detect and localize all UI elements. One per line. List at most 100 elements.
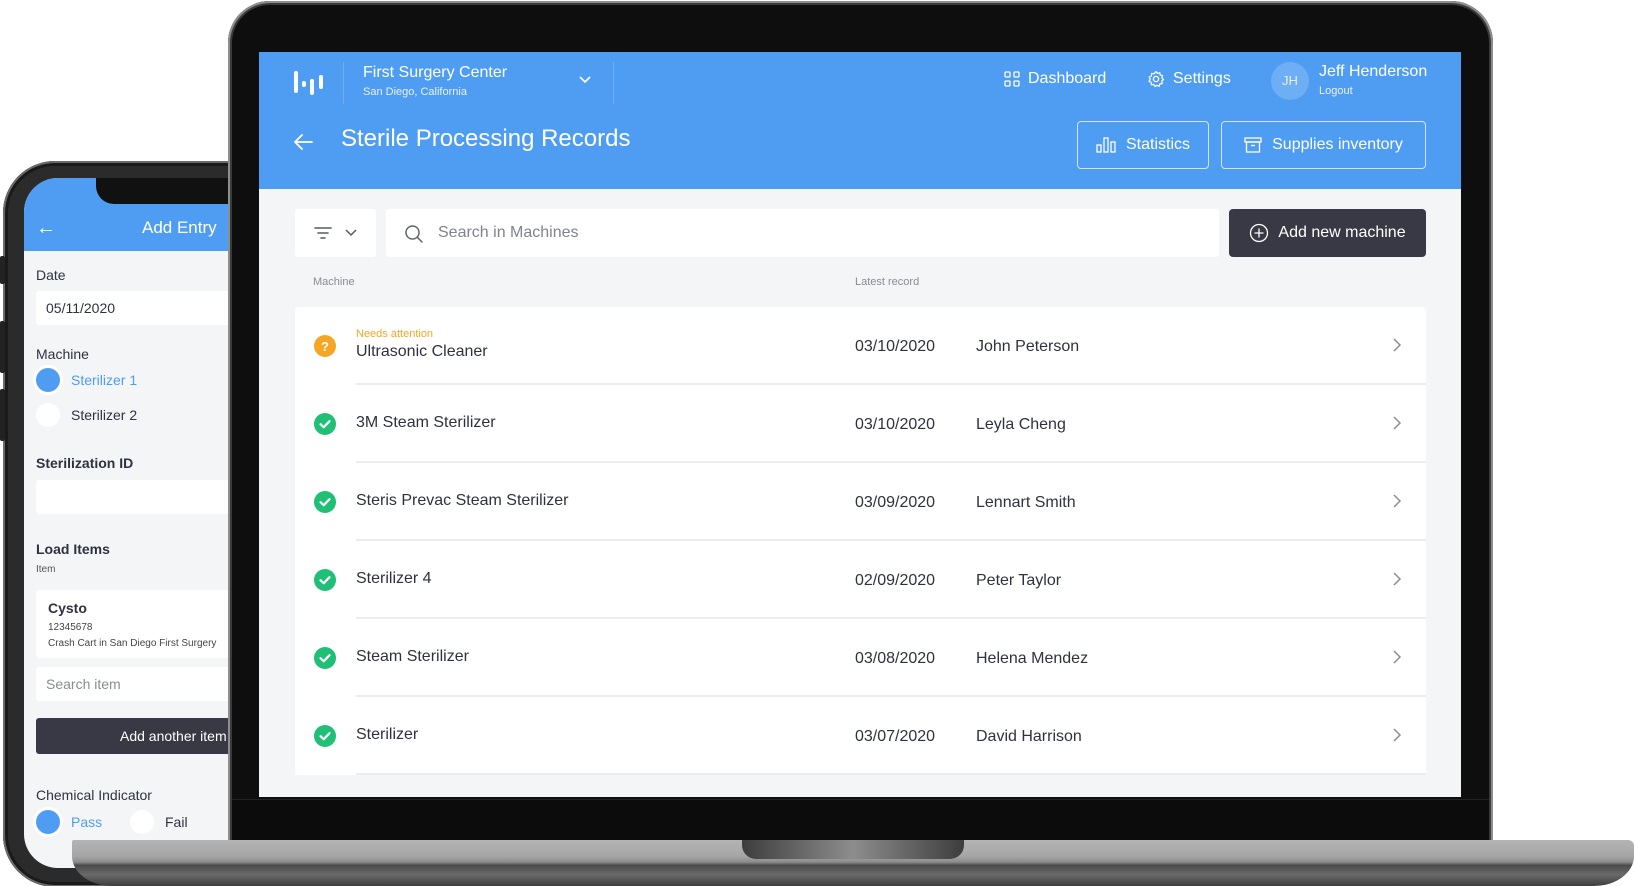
chemical-radio-pass[interactable]: Pass bbox=[36, 810, 102, 834]
search-container bbox=[386, 209, 1219, 257]
chemical-radio-fail[interactable]: Fail bbox=[130, 810, 188, 834]
bar-chart-icon bbox=[1096, 137, 1116, 153]
logout-link[interactable]: Logout bbox=[1319, 85, 1353, 97]
nav-settings-label: Settings bbox=[1173, 70, 1231, 87]
machine-name: Steris Prevac Steam Sterilizer bbox=[356, 492, 569, 509]
chevron-right-icon[interactable] bbox=[1392, 493, 1402, 509]
page-title: Sterile Processing Records bbox=[341, 125, 631, 152]
machine-row[interactable]: Steris Prevac Steam Sterilizer 03/09/202… bbox=[295, 463, 1426, 541]
filter-icon bbox=[313, 227, 332, 239]
date-label: Date bbox=[36, 267, 66, 283]
latest-record-person: Leyla Cheng bbox=[976, 416, 1066, 433]
chevron-right-icon[interactable] bbox=[1392, 415, 1402, 431]
check-circle-icon bbox=[314, 491, 336, 513]
statistics-button[interactable]: Statistics bbox=[1077, 121, 1209, 169]
user-avatar[interactable]: JH bbox=[1271, 62, 1309, 100]
phone-volume-down-button bbox=[0, 389, 5, 441]
nav-settings[interactable]: Settings bbox=[1147, 70, 1231, 88]
supplies-inventory-button[interactable]: Supplies inventory bbox=[1221, 121, 1426, 169]
header-divider bbox=[613, 62, 614, 104]
org-name: First Surgery Center bbox=[363, 64, 508, 81]
machine-name: Sterilizer 4 bbox=[356, 570, 432, 587]
chevron-right-icon[interactable] bbox=[1392, 727, 1402, 743]
latest-record-date: 03/10/2020 bbox=[855, 338, 936, 355]
machine-row[interactable]: 3M Steam Sterilizer 03/10/2020 Leyla Che… bbox=[295, 385, 1426, 463]
item-code: 12345678 bbox=[48, 622, 93, 633]
machine-label: Machine bbox=[36, 346, 89, 362]
check-circle-icon bbox=[314, 569, 336, 591]
machine-name: Sterilizer bbox=[356, 726, 419, 743]
machine-name: 3M Steam Sterilizer bbox=[356, 414, 496, 431]
search-input[interactable] bbox=[438, 209, 1198, 257]
nav-dashboard[interactable]: Dashboard bbox=[1004, 70, 1106, 88]
supplies-inventory-label: Supplies inventory bbox=[1272, 136, 1403, 153]
item-sublabel: Item bbox=[36, 564, 56, 575]
latest-record-date: 03/09/2020 bbox=[855, 494, 936, 511]
gear-icon bbox=[1148, 70, 1165, 88]
archive-box-icon bbox=[1244, 137, 1262, 153]
machine-radio-sterilizer-2[interactable]: Sterilizer 2 bbox=[36, 403, 137, 427]
chemical-indicator-label: Chemical Indicator bbox=[36, 787, 152, 803]
app-logo-icon bbox=[294, 71, 323, 95]
machine-radio-sterilizer-1[interactable]: Sterilizer 1 bbox=[36, 368, 137, 392]
chevron-right-icon[interactable] bbox=[1392, 649, 1402, 665]
radio-label: Sterilizer 2 bbox=[71, 407, 138, 423]
latest-record-person: John Peterson bbox=[976, 338, 1080, 355]
plus-circle-icon bbox=[1250, 223, 1269, 243]
latest-record-person: Lennart Smith bbox=[976, 494, 1076, 511]
machine-list: ? Needs attention Ultrasonic Cleaner 03/… bbox=[295, 307, 1426, 775]
laptop-chin bbox=[232, 799, 1489, 843]
chevron-down-icon bbox=[344, 229, 357, 237]
search-icon bbox=[405, 225, 423, 243]
machine-row[interactable]: ? Needs attention Ultrasonic Cleaner 03/… bbox=[295, 307, 1426, 385]
filter-dropdown[interactable] bbox=[295, 209, 376, 257]
header-divider bbox=[343, 62, 344, 104]
machine-row[interactable]: Steam Sterilizer 03/08/2020 Helena Mende… bbox=[295, 619, 1426, 697]
radio-selected-icon bbox=[36, 368, 60, 392]
org-location: San Diego, California bbox=[363, 86, 467, 98]
machine-row[interactable]: Sterilizer 03/07/2020 David Harrison bbox=[295, 697, 1426, 775]
column-header-latest-record[interactable]: Latest record bbox=[855, 276, 919, 288]
statistics-label: Statistics bbox=[1125, 136, 1190, 153]
radio-label: Sterilizer 1 bbox=[71, 372, 138, 388]
user-name: Jeff Henderson bbox=[1319, 63, 1428, 80]
radio-unselected-icon bbox=[36, 403, 60, 427]
add-new-machine-button[interactable]: Add new machine bbox=[1229, 209, 1426, 257]
add-new-machine-label: Add new machine bbox=[1278, 224, 1406, 241]
latest-record-person: David Harrison bbox=[976, 728, 1082, 745]
column-header-machine[interactable]: Machine bbox=[313, 276, 355, 288]
phone-volume-up-button bbox=[0, 321, 5, 373]
sterilization-id-label: Sterilization ID bbox=[36, 455, 134, 471]
item-location: Crash Cart in San Diego First Surgery bbox=[48, 638, 217, 649]
chevron-right-icon[interactable] bbox=[1392, 571, 1402, 587]
item-name: Cysto bbox=[48, 600, 87, 616]
check-circle-icon bbox=[314, 647, 336, 669]
machine-row[interactable]: Sterilizer 4 02/09/2020 Peter Taylor bbox=[295, 541, 1426, 619]
load-items-label: Load Items bbox=[36, 541, 110, 557]
radio-unselected-icon bbox=[130, 810, 154, 834]
svg-text:?: ? bbox=[321, 339, 329, 354]
back-arrow-icon[interactable] bbox=[292, 132, 314, 152]
app-header: First Surgery Center San Diego, Californ… bbox=[259, 52, 1461, 189]
laptop-base bbox=[72, 840, 1634, 886]
machine-name: Ultrasonic Cleaner bbox=[356, 343, 488, 360]
question-circle-icon: ? bbox=[314, 335, 336, 357]
check-circle-icon bbox=[314, 725, 336, 747]
laptop-opening-notch bbox=[742, 840, 964, 859]
app-screen: First Surgery Center San Diego, Californ… bbox=[259, 52, 1461, 797]
chevron-down-icon[interactable] bbox=[578, 72, 592, 86]
latest-record-date: 02/09/2020 bbox=[855, 572, 936, 589]
latest-record-date: 03/08/2020 bbox=[855, 650, 936, 667]
latest-record-person: Peter Taylor bbox=[976, 572, 1062, 589]
back-arrow-icon[interactable]: ← bbox=[36, 218, 56, 238]
radio-label: Fail bbox=[165, 814, 188, 830]
machine-name: Steam Sterilizer bbox=[356, 648, 469, 665]
check-circle-icon bbox=[314, 413, 336, 435]
row-divider bbox=[356, 773, 1426, 775]
chevron-right-icon[interactable] bbox=[1392, 337, 1402, 353]
latest-record-date: 03/07/2020 bbox=[855, 728, 936, 745]
status-label: Needs attention bbox=[356, 328, 434, 340]
nav-dashboard-label: Dashboard bbox=[1028, 70, 1107, 87]
latest-record-person: Helena Mendez bbox=[976, 650, 1089, 667]
phone-side-button bbox=[0, 256, 5, 284]
